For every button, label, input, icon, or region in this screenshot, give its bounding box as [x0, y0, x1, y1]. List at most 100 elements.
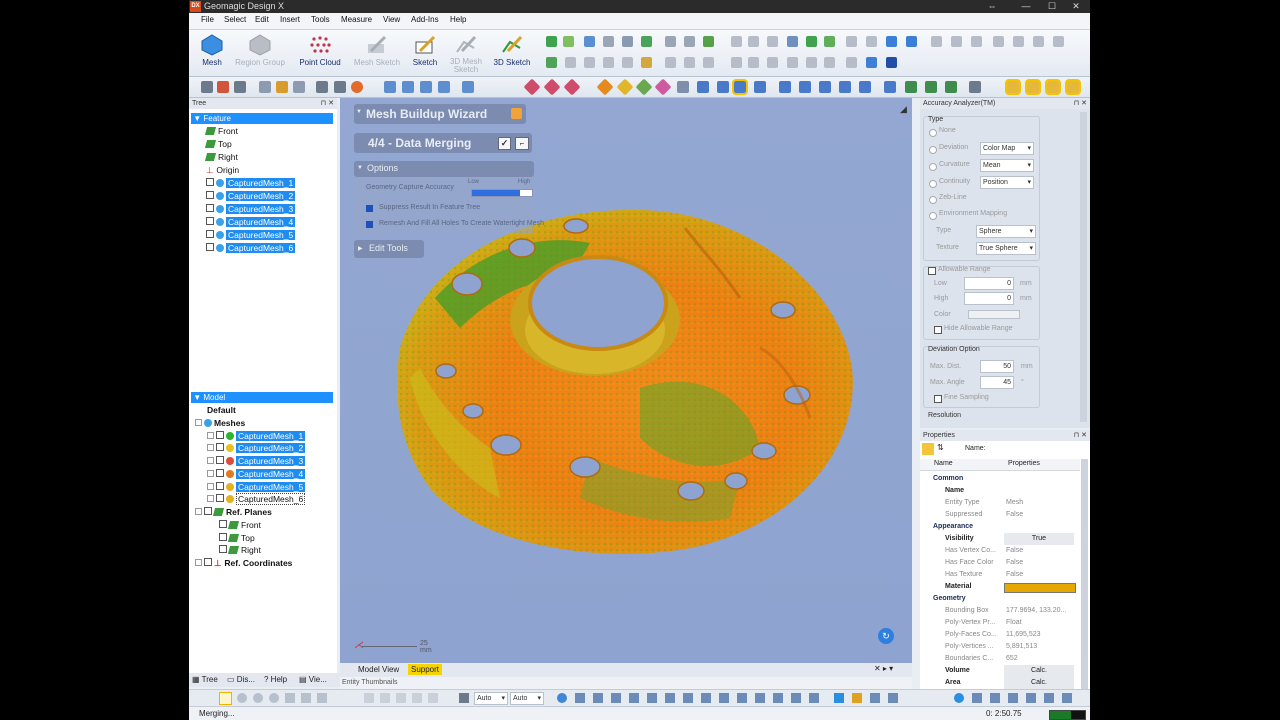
checkbox[interactable] — [206, 191, 214, 199]
max-dist-input[interactable]: 50 — [980, 360, 1014, 373]
feature-item-front[interactable]: Front — [204, 125, 238, 137]
scrollbar[interactable] — [1081, 459, 1088, 689]
tool-icon[interactable] — [396, 693, 406, 703]
tool-icon[interactable] — [972, 693, 982, 703]
tool-icon[interactable] — [773, 693, 783, 703]
tool-icon[interactable] — [677, 81, 689, 93]
tool-icon[interactable] — [438, 81, 450, 93]
sort-icon[interactable]: ⇅ — [937, 443, 944, 452]
checkbox[interactable] — [928, 267, 936, 275]
tool-icon[interactable] — [622, 57, 633, 68]
tool-icon[interactable] — [683, 693, 693, 703]
expand-icon[interactable] — [207, 444, 214, 451]
menu-edit[interactable]: Edit — [255, 15, 269, 24]
tab-model-view[interactable]: Model View — [358, 665, 399, 674]
tool-icon[interactable] — [654, 78, 672, 96]
expand-icon[interactable] — [207, 432, 214, 439]
tool-icon[interactable] — [732, 79, 748, 95]
feature-item-origin[interactable]: ⊥ Origin — [206, 164, 239, 176]
tab-help[interactable]: ? Help — [264, 675, 287, 684]
cancel-icon[interactable]: ⌐ — [515, 137, 529, 150]
tool-icon[interactable] — [971, 36, 982, 47]
model-default[interactable]: Default — [207, 404, 236, 416]
radio-zebra[interactable] — [929, 196, 937, 204]
feature-header[interactable]: ▼ Feature — [191, 113, 333, 124]
menu-add-ins[interactable]: Add-Ins — [411, 15, 439, 24]
tool-icon[interactable] — [719, 693, 729, 703]
tool-icon[interactable] — [866, 36, 877, 47]
tool-icon[interactable] — [641, 57, 652, 68]
radio-none[interactable] — [929, 129, 937, 137]
tool-icon[interactable] — [1065, 79, 1081, 95]
menu-insert[interactable]: Insert — [280, 15, 300, 24]
tool-icon[interactable] — [888, 693, 898, 703]
feature-captured-mesh[interactable]: CapturedMesh_2 — [206, 190, 296, 202]
tool-icon[interactable] — [1013, 36, 1024, 47]
model-mesh-item[interactable]: CapturedMesh_6 — [207, 493, 306, 505]
menu-file[interactable]: File — [201, 15, 214, 24]
tool-icon[interactable] — [799, 81, 811, 93]
tool-icon[interactable] — [253, 693, 263, 703]
checkbox[interactable] — [216, 469, 224, 477]
point-cloud-button[interactable]: Point Cloud — [293, 32, 347, 76]
tool-icon[interactable] — [834, 693, 844, 703]
tool-icon[interactable] — [945, 81, 957, 93]
tool-icon[interactable] — [557, 693, 567, 703]
property-row[interactable]: Poly-Vertex Pr... Float — [920, 617, 1080, 629]
checkbox[interactable] — [934, 395, 942, 403]
tool-icon[interactable] — [563, 36, 574, 47]
tool-icon[interactable] — [737, 693, 747, 703]
tool-icon[interactable] — [428, 693, 438, 703]
tab-tree[interactable]: ▦ Tree — [192, 675, 218, 684]
tool-icon[interactable] — [402, 81, 414, 93]
tool-icon[interactable] — [543, 78, 561, 96]
checkbox[interactable] — [206, 217, 214, 225]
high-input[interactable]: 0 — [964, 292, 1014, 305]
tool-icon[interactable] — [905, 81, 917, 93]
tool-icon[interactable] — [703, 36, 714, 47]
model-mesh-item[interactable]: CapturedMesh_4 — [207, 468, 306, 480]
tool-icon[interactable] — [819, 81, 831, 93]
tool-icon[interactable] — [809, 693, 819, 703]
tool-icon[interactable] — [603, 36, 614, 47]
tool-icon[interactable] — [616, 78, 634, 96]
ref-plane-item[interactable]: Top — [219, 532, 255, 544]
model-mesh-item[interactable]: CapturedMesh_5 — [207, 481, 306, 493]
tool-icon[interactable] — [791, 693, 801, 703]
tool-icon[interactable] — [285, 693, 295, 703]
tool-icon[interactable] — [1025, 79, 1041, 95]
checkbox[interactable] — [206, 230, 214, 238]
categorized-icon[interactable] — [922, 443, 934, 455]
tool-icon[interactable] — [462, 81, 474, 93]
checkbox[interactable] — [206, 178, 214, 186]
tool-icon[interactable] — [1044, 693, 1054, 703]
collapse-icon[interactable] — [195, 419, 202, 426]
tool-icon[interactable] — [701, 693, 711, 703]
tool-icon[interactable] — [384, 81, 396, 93]
checkbox[interactable] — [219, 533, 227, 541]
checkbox[interactable] — [219, 545, 227, 553]
tool-icon[interactable] — [906, 36, 917, 47]
tool-icon[interactable] — [259, 81, 271, 93]
checkbox[interactable] — [204, 507, 212, 515]
checkbox[interactable] — [204, 558, 212, 566]
tool-icon[interactable] — [884, 81, 896, 93]
model-mesh-item[interactable]: CapturedMesh_1 — [207, 430, 306, 442]
checkbox[interactable] — [216, 443, 224, 451]
menu-select[interactable]: Select — [224, 15, 246, 24]
tool-icon[interactable] — [767, 57, 778, 68]
model-mesh-item[interactable]: CapturedMesh_2 — [207, 442, 306, 454]
tool-icon[interactable] — [703, 57, 714, 68]
tool-icon[interactable] — [622, 36, 633, 47]
tool-icon[interactable] — [380, 693, 390, 703]
tool-icon[interactable] — [293, 81, 305, 93]
tool-icon[interactable] — [412, 693, 422, 703]
property-row[interactable]: Geometry — [920, 593, 1080, 605]
deviation-select[interactable]: Color Map ▾ — [980, 142, 1034, 155]
radio-curvature[interactable] — [929, 163, 937, 171]
tool-icon[interactable] — [546, 57, 557, 68]
tool-icon[interactable] — [1008, 693, 1018, 703]
feature-captured-mesh[interactable]: CapturedMesh_4 — [206, 216, 296, 228]
property-row[interactable]: Bounding Box 177.9694, 133.20... — [920, 605, 1080, 617]
expand-icon[interactable]: ▶ — [358, 245, 363, 252]
